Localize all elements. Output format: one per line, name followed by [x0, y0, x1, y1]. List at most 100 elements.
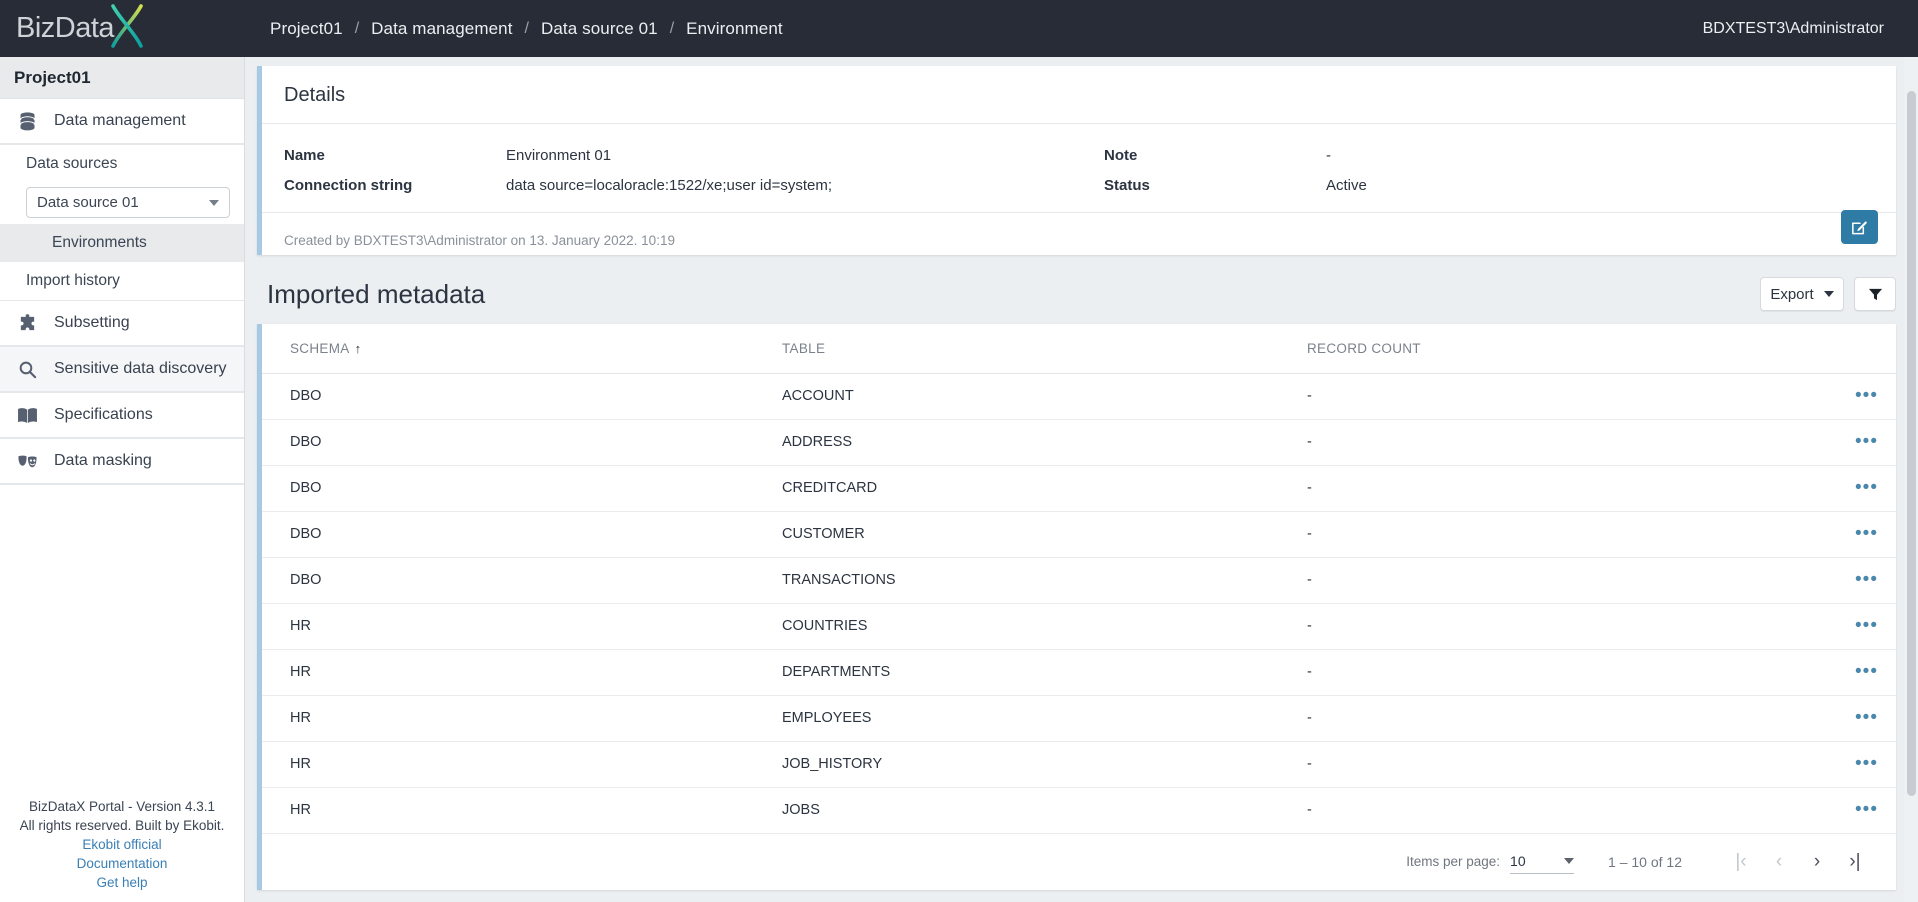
sidebar-item-label: Data sources — [26, 155, 118, 172]
table-row[interactable]: HR EMPLOYEES - ••• — [262, 695, 1896, 742]
row-menu-button[interactable]: ••• — [1855, 661, 1878, 682]
sidebar: Project01 Data management Data sources D… — [0, 57, 245, 902]
cell-actions: ••• — [1837, 649, 1896, 696]
column-header-table[interactable]: TABLE — [782, 324, 1307, 374]
cell-schema: HR — [262, 603, 782, 650]
cell-table: TRANSACTIONS — [782, 557, 1307, 604]
cell-actions: ••• — [1837, 787, 1896, 834]
cell-actions: ••• — [1837, 465, 1896, 512]
footer-rights: All rights reserved. Built by Ekobit. — [19, 818, 225, 833]
details-value-name: Environment 01 — [506, 146, 612, 164]
row-menu-button[interactable]: ••• — [1855, 523, 1878, 544]
table-row[interactable]: DBO ADDRESS - ••• — [262, 419, 1896, 466]
cell-schema: HR — [262, 649, 782, 696]
row-menu-button[interactable]: ••• — [1855, 753, 1878, 774]
scrollbar-thumb[interactable] — [1907, 91, 1916, 796]
table-row[interactable]: HR JOB_HISTORY - ••• — [262, 741, 1896, 788]
previous-page-button[interactable]: ‹ — [1760, 845, 1798, 879]
details-title: Details — [262, 66, 1896, 124]
chevron-down-icon — [1564, 858, 1575, 864]
sidebar-footer: BizDataX Portal - Version 4.3.1 All righ… — [0, 797, 244, 902]
cell-record-count: - — [1307, 557, 1837, 604]
sidebar-item-subsetting[interactable]: Subsetting — [0, 301, 244, 346]
cell-actions: ••• — [1837, 419, 1896, 466]
sidebar-item-label: Subsetting — [54, 314, 130, 331]
row-menu-button[interactable]: ••• — [1855, 799, 1878, 820]
items-per-page-select[interactable]: 10 — [1510, 850, 1575, 874]
details-value-connection-string: data source=localoracle:1522/xe;user id=… — [506, 176, 833, 194]
cell-table: EMPLOYEES — [782, 695, 1307, 742]
column-header-schema[interactable]: SCHEMA ↑ — [262, 324, 782, 374]
sidebar-item-specifications[interactable]: Specifications — [0, 393, 244, 438]
column-header-record-count[interactable]: RECORD COUNT — [1307, 324, 1837, 374]
first-page-button[interactable]: |‹ — [1722, 845, 1760, 879]
sidebar-item-import-history[interactable]: Import history — [0, 262, 244, 300]
table-header-row: SCHEMA ↑ TABLE RECORD COUNT — [262, 324, 1896, 374]
sidebar-item-data-masking[interactable]: Data masking — [0, 439, 244, 484]
cell-record-count: - — [1307, 465, 1837, 512]
theater-masks-icon — [14, 450, 40, 472]
row-menu-button[interactable]: ••• — [1855, 431, 1878, 452]
breadcrumb-item-project[interactable]: Project01 — [261, 19, 352, 39]
sidebar-item-sensitive-data-discovery[interactable]: Sensitive data discovery — [0, 347, 244, 392]
cell-schema: DBO — [262, 557, 782, 604]
app-logo[interactable]: BizData — [0, 0, 245, 57]
details-label-connection-string: Connection string — [284, 176, 413, 194]
details-values-left: Environment 01 data source=localoracle:1… — [506, 140, 832, 200]
edit-environment-button[interactable] — [1841, 210, 1878, 244]
table-row[interactable]: DBO ACCOUNT - ••• — [262, 373, 1896, 420]
table-row[interactable]: HR JOBS - ••• — [262, 787, 1896, 834]
column-header-actions — [1837, 324, 1896, 374]
data-source-select[interactable]: Data source 01 — [26, 187, 230, 218]
details-labels-right: Note Status — [1104, 140, 1326, 200]
footer-link-documentation[interactable]: Documentation — [0, 854, 244, 873]
table-row[interactable]: HR COUNTRIES - ••• — [262, 603, 1896, 650]
cell-schema: DBO — [262, 419, 782, 466]
items-per-page-label: Items per page: — [1406, 854, 1501, 869]
breadcrumb-item-data-management[interactable]: Data management — [362, 19, 521, 39]
table-row[interactable]: DBO CREDITCARD - ••• — [262, 465, 1896, 512]
filter-button[interactable] — [1854, 277, 1896, 311]
export-button[interactable]: Export — [1760, 277, 1844, 311]
current-user-label[interactable]: BDXTEST3\Administrator — [1703, 20, 1884, 38]
imported-metadata-header: Imported metadata Export — [257, 272, 1896, 316]
vertical-scrollbar[interactable] — [1904, 57, 1918, 902]
sidebar-item-label: Environments — [52, 234, 147, 251]
search-icon — [14, 358, 40, 380]
cell-actions: ••• — [1837, 741, 1896, 788]
row-menu-button[interactable]: ••• — [1855, 477, 1878, 498]
row-menu-button[interactable]: ••• — [1855, 707, 1878, 728]
logo-x-icon — [111, 3, 143, 48]
sidebar-project-header: Project01 — [0, 57, 244, 99]
details-values-right: - Active — [1326, 140, 1367, 200]
footer-link-ekobit-official[interactable]: Ekobit official — [0, 835, 244, 854]
row-menu-button[interactable]: ••• — [1855, 569, 1878, 590]
table-row[interactable]: DBO CUSTOMER - ••• — [262, 511, 1896, 558]
row-menu-button[interactable]: ••• — [1855, 615, 1878, 636]
cell-table: JOBS — [782, 787, 1307, 834]
main-content: Details Name Connection string Environme… — [245, 57, 1918, 902]
sidebar-item-data-sources[interactable]: Data sources — [0, 145, 244, 183]
table-row[interactable]: DBO TRANSACTIONS - ••• — [262, 557, 1896, 604]
cell-table: JOB_HISTORY — [782, 741, 1307, 788]
footer-link-get-help[interactable]: Get help — [0, 873, 244, 892]
details-value-status: Active — [1326, 176, 1367, 194]
details-column-left: Name Connection string Environment 01 da… — [284, 140, 1104, 200]
cell-schema: HR — [262, 787, 782, 834]
breadcrumb: Project01 / Data management / Data sourc… — [245, 0, 792, 57]
sidebar-item-environments[interactable]: Environments — [0, 224, 244, 262]
sidebar-item-data-management[interactable]: Data management — [0, 99, 244, 144]
column-header-schema-label: SCHEMA — [290, 340, 350, 356]
breadcrumb-separator: / — [669, 19, 675, 37]
next-page-button[interactable]: › — [1798, 845, 1836, 879]
imported-metadata-table-card: SCHEMA ↑ TABLE RECORD COUNT DBO ACCOUNT - ••… — [257, 324, 1896, 890]
row-menu-button[interactable]: ••• — [1855, 385, 1878, 406]
sidebar-item-label: Data management — [54, 112, 186, 129]
cell-record-count: - — [1307, 695, 1837, 742]
last-page-button[interactable]: ›| — [1836, 845, 1874, 879]
breadcrumb-item-environment[interactable]: Environment — [677, 19, 792, 39]
sort-ascending-icon: ↑ — [354, 340, 362, 356]
cell-table: COUNTRIES — [782, 603, 1307, 650]
table-row[interactable]: HR DEPARTMENTS - ••• — [262, 649, 1896, 696]
breadcrumb-item-data-source[interactable]: Data source 01 — [532, 19, 667, 39]
